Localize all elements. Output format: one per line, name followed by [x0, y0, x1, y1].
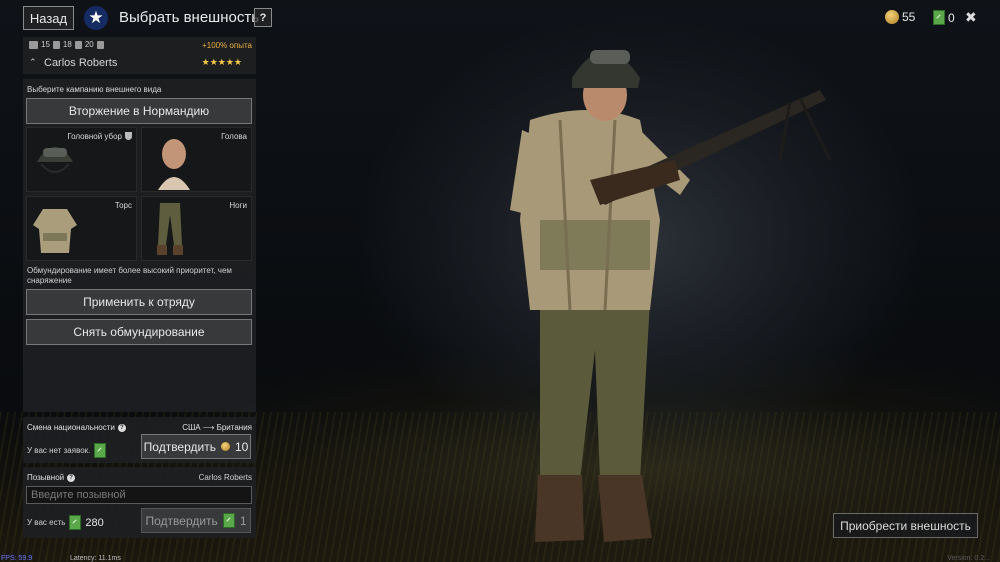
soldier-info-panel: 15 18 20 +100% опыта ⌃ Carlos Roberts ★★… — [23, 37, 256, 74]
stat-value-1: 15 — [41, 40, 50, 49]
help-icon[interactable]: ? — [117, 423, 126, 432]
fps-counter: FPS: 59.9 — [1, 555, 33, 562]
head-icon — [158, 139, 190, 190]
callsign-confirm-cost: 1 — [239, 513, 247, 528]
gold-coin-icon — [885, 10, 899, 24]
slot-torso[interactable]: Торс — [26, 196, 137, 261]
jacket-icon — [33, 209, 77, 253]
buy-appearance-button[interactable]: Приобрести внешность — [833, 513, 978, 538]
shield-icon — [125, 132, 132, 140]
callsign-title: Позывной ? — [27, 473, 76, 482]
page-title: Выбрать внешность — [119, 9, 260, 26]
slot-legs[interactable]: Ноги — [141, 196, 252, 261]
ticket-icon — [94, 443, 107, 458]
callsign-balance: У вас есть 280 — [27, 515, 104, 530]
nationality-from: США — [182, 423, 201, 432]
rank-chevron-icon: ⌃ — [29, 57, 37, 67]
slot-label-headgear: Головной убор — [67, 132, 132, 141]
perk-icon — [96, 40, 104, 49]
heart-icon — [74, 40, 82, 49]
nationality-title-text: Смена национальности — [27, 423, 115, 432]
nationality-to: Британия — [216, 423, 252, 432]
campaign-label: Выберите кампанию внешнего вида — [27, 85, 162, 94]
stat-value-2: 18 — [62, 40, 72, 49]
callsign-confirm-button[interactable]: Подтвердить 1 — [141, 508, 251, 533]
slot-headgear[interactable]: Головной убор — [26, 127, 137, 192]
ticket-balance: 0 — [933, 10, 955, 25]
slot-label-torso: Торс — [114, 201, 132, 210]
stat-value-3: 20 — [84, 40, 94, 49]
ticket-icon — [69, 515, 82, 530]
remove-uniform-button[interactable]: Снять обмундирование — [26, 319, 252, 345]
callsign-confirm-label: Подтвердить — [145, 513, 218, 528]
trousers-icon — [157, 203, 183, 255]
soldier-name: Carlos Roberts — [44, 57, 118, 69]
slot-label-headgear-text: Головной убор — [67, 132, 122, 141]
helmet-icon — [37, 147, 73, 173]
version-label: Version: 0.2... — [947, 555, 990, 562]
callsign-panel: Позывной ? Carlos Roberts У вас есть 280… — [23, 467, 256, 538]
callsign-balance-label: У вас есть — [27, 518, 66, 527]
soldier-model — [510, 50, 832, 542]
ticket-amount: 0 — [948, 10, 955, 25]
callsign-balance-amount: 280 — [85, 516, 104, 529]
gold-coin-icon — [220, 442, 230, 451]
priority-note: Обмундирование имеет более высокий приор… — [27, 266, 232, 285]
slot-label-head: Голова — [221, 132, 247, 141]
slot-head[interactable]: Голова — [141, 127, 252, 192]
class-icon — [52, 40, 60, 49]
latency-counter: Latency: 11.1ms — [70, 555, 121, 562]
nationality-title: Смена национальности ? — [27, 423, 126, 432]
campaign-select-button[interactable]: Вторжение в Нормандию — [26, 98, 252, 124]
callsign-title-text: Позывной — [27, 473, 65, 482]
nationality-route: США ⟶ Британия — [182, 423, 252, 432]
gold-balance: 55 — [885, 10, 915, 24]
back-button[interactable]: Назад — [23, 6, 74, 30]
nationality-panel: Смена национальности ? США ⟶ Британия У … — [23, 417, 256, 463]
apply-to-squad-button[interactable]: Применить к отряду — [26, 289, 252, 315]
help-button[interactable]: ? — [254, 8, 272, 27]
help-icon[interactable]: ? — [67, 473, 76, 482]
requests-status: У вас нет заявок. — [27, 443, 107, 458]
nationality-confirm-button[interactable]: Подтвердить 10 — [141, 434, 251, 459]
close-icon[interactable]: ✖ — [965, 9, 977, 26]
arrow-right-icon: ⟶ — [202, 423, 217, 432]
requests-status-text: У вас нет заявок. — [27, 446, 91, 455]
soldier-stats: 15 18 20 — [29, 40, 104, 49]
ticket-icon — [222, 513, 235, 528]
callsign-current: Carlos Roberts — [198, 473, 252, 482]
rating-stars: ★★★★★ — [201, 57, 242, 67]
nationality-confirm-cost: 10 — [234, 439, 249, 454]
gold-amount: 55 — [902, 10, 916, 24]
nation-star-icon: ★ — [84, 6, 108, 30]
exp-bonus: +100% опыта — [202, 41, 252, 50]
callsign-input[interactable] — [26, 486, 252, 504]
ticket-icon — [933, 10, 945, 25]
slot-label-legs: Ноги — [229, 201, 247, 210]
squad-icon — [29, 40, 38, 49]
appearance-panel: Выберите кампанию внешнего вида Вторжени… — [23, 79, 256, 412]
nationality-confirm-label: Подтвердить — [143, 439, 216, 454]
